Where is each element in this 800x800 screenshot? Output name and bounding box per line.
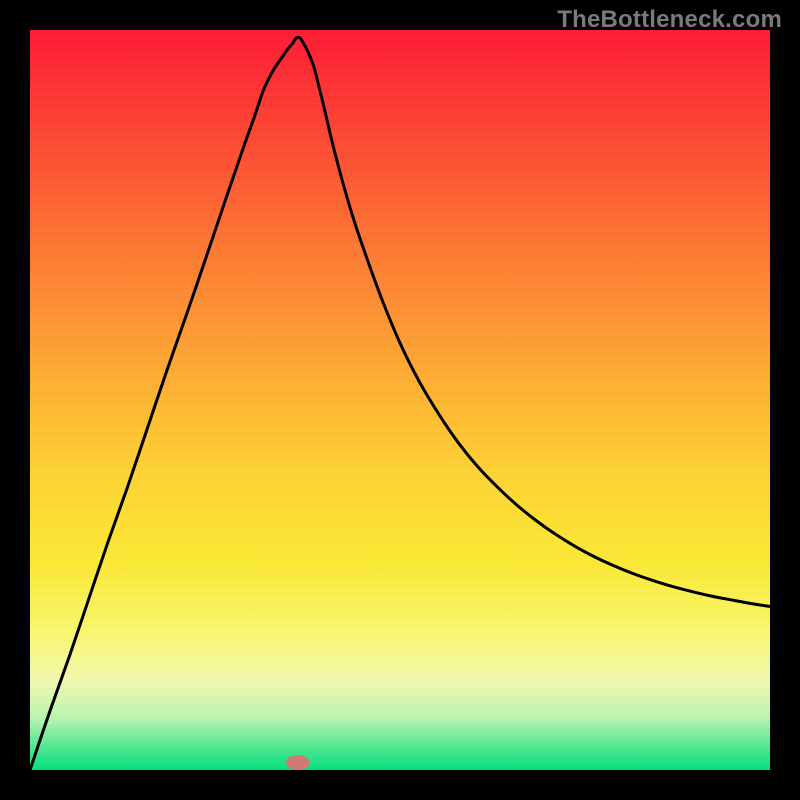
chart-frame: TheBottleneck.com	[0, 0, 800, 800]
curve-svg	[30, 30, 770, 770]
minimum-marker-icon	[286, 755, 310, 770]
plot-area	[30, 30, 770, 770]
watermark-label: TheBottleneck.com	[557, 6, 782, 34]
bottleneck-curve	[30, 37, 770, 770]
